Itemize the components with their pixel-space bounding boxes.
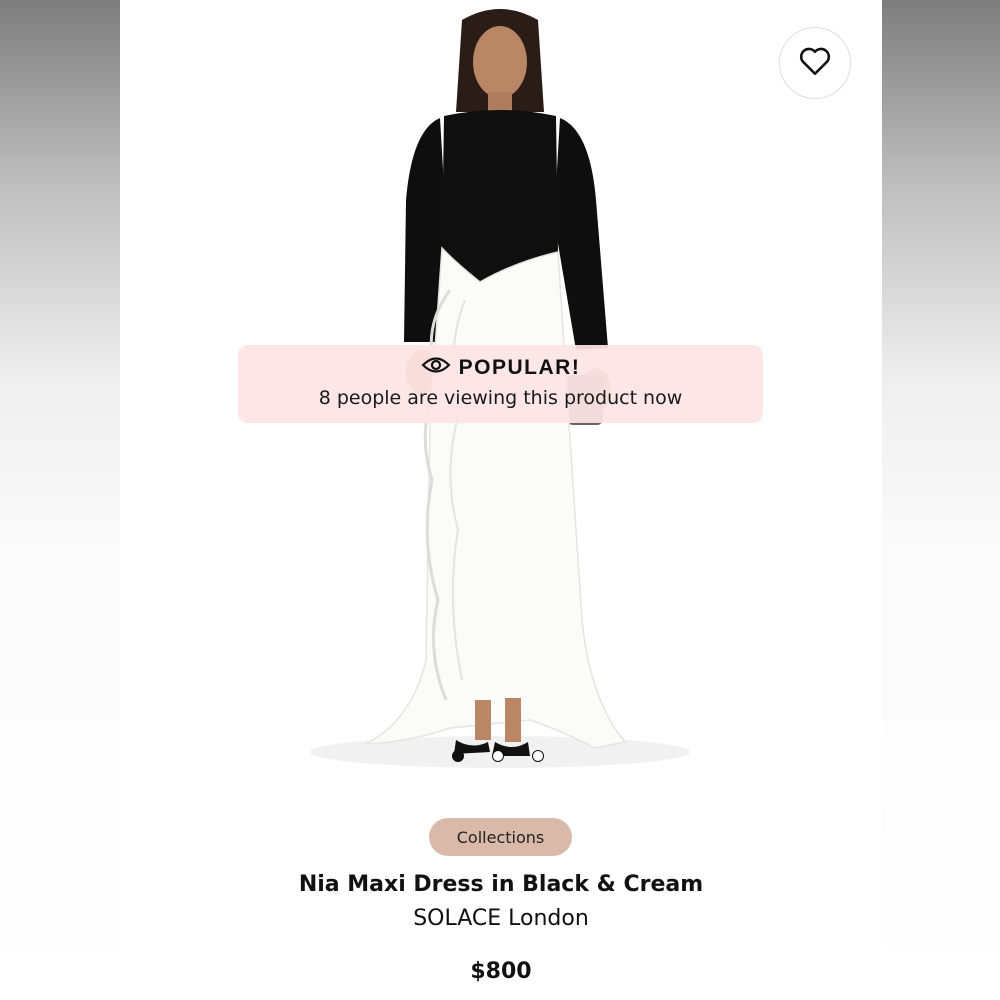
eye-icon xyxy=(421,355,451,381)
product-price: $800 xyxy=(470,959,532,984)
favorite-button[interactable] xyxy=(779,27,851,99)
popular-title: POPULAR! xyxy=(458,356,581,379)
brand-name[interactable]: SOLACE London xyxy=(120,906,882,931)
heart-outline-icon xyxy=(798,45,832,81)
product-page: POPULAR! 8 people are viewing this produ… xyxy=(120,0,882,1000)
product-title: Nia Maxi Dress in Black & Cream xyxy=(298,872,704,897)
popular-viewers-text: 8 people are viewing this product now xyxy=(318,387,683,409)
carousel-dot-1[interactable] xyxy=(452,750,464,762)
popular-title-row: POPULAR! xyxy=(238,355,763,381)
popular-banner: POPULAR! 8 people are viewing this produ… xyxy=(238,345,763,423)
carousel-dot-3[interactable] xyxy=(532,750,544,762)
left-backdrop xyxy=(0,0,120,1000)
carousel-dots xyxy=(452,750,544,762)
collections-badge[interactable]: Collections xyxy=(429,818,572,856)
right-backdrop xyxy=(882,0,1000,1000)
carousel-dot-2[interactable] xyxy=(492,750,504,762)
